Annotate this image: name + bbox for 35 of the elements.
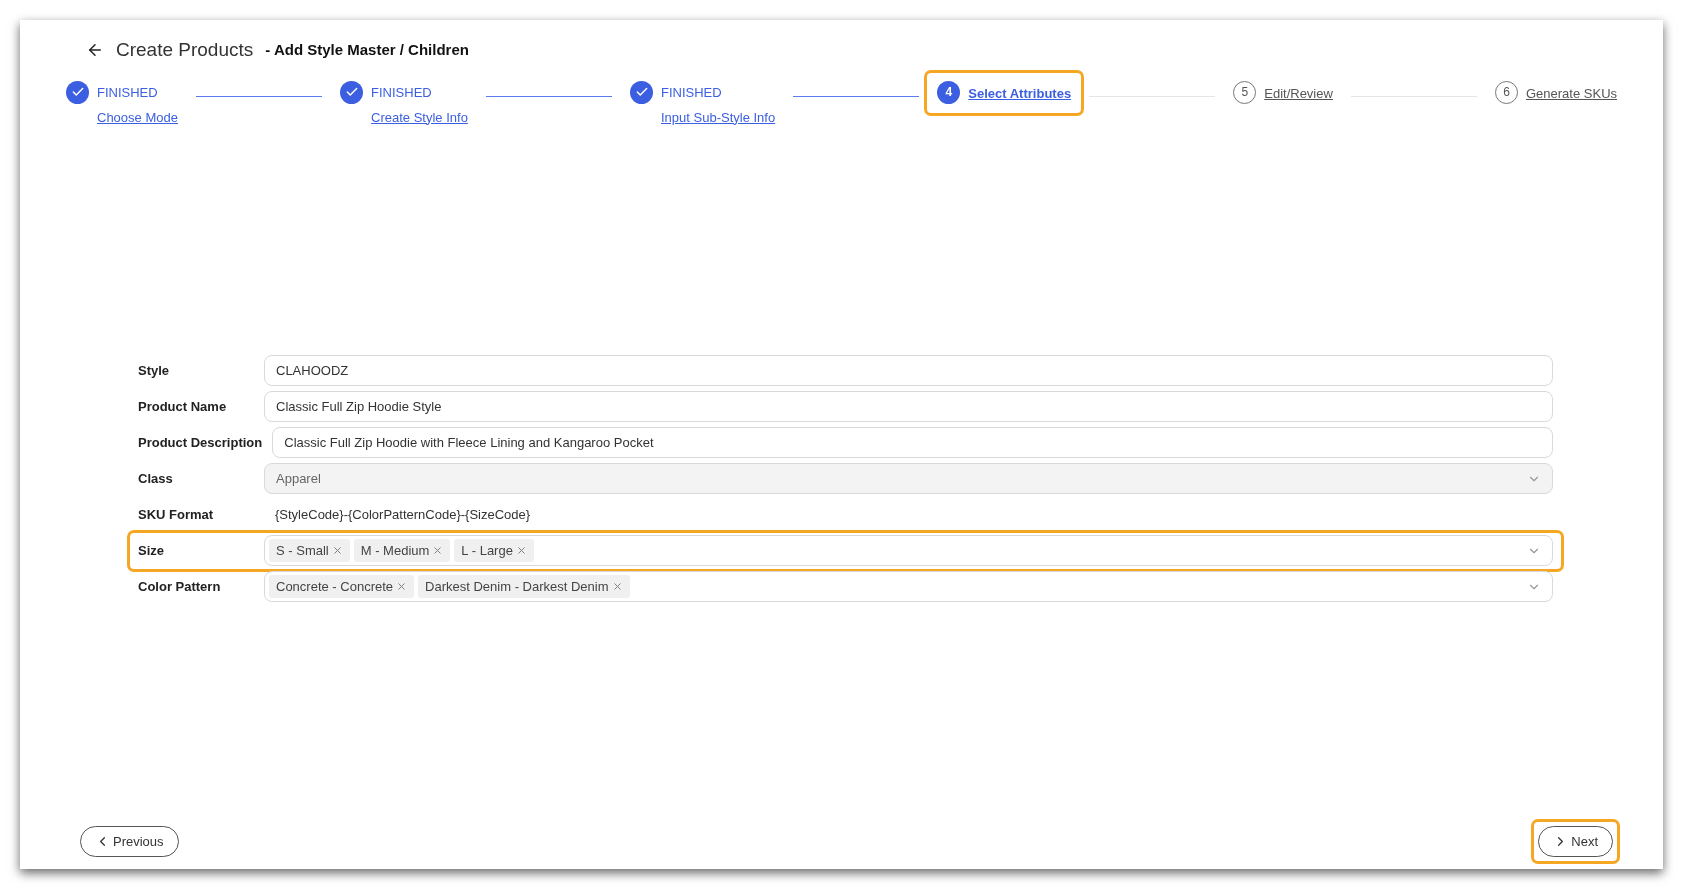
text-field[interactable]: CLAHOODZ <box>264 355 1553 386</box>
text-field[interactable]: Classic Full Zip Hoodie with Fleece Lining and Kangaroo Pocket <box>272 427 1553 458</box>
step-link[interactable]: Input Sub-Style Info <box>661 107 776 127</box>
remove-icon[interactable] <box>396 581 408 592</box>
step-link[interactable]: Choose Mode <box>97 107 178 127</box>
field-label: Product Name <box>138 397 228 416</box>
field-label: Size <box>138 541 165 560</box>
step-number: 4 <box>937 80 961 104</box>
remove-icon[interactable] <box>432 545 444 556</box>
tag[interactable]: Darkest Denim - Darkest Denim <box>418 575 630 598</box>
remove-icon[interactable] <box>331 545 343 556</box>
step-status: FINISHED <box>97 83 159 102</box>
page-title: Create Products <box>116 38 254 62</box>
step-status: FINISHED <box>371 83 433 102</box>
step-link[interactable]: Select Attributes <box>968 85 1072 101</box>
field-label: Style <box>138 361 171 380</box>
multi-select-field[interactable]: S - Small M - Medium L - Large <box>264 535 1553 566</box>
step-status: FINISHED <box>661 83 723 102</box>
tag[interactable]: S - Small <box>269 539 350 562</box>
page-subtitle: - Add Style Master / Children <box>265 40 469 60</box>
tag[interactable]: L - Large <box>454 539 534 562</box>
field-value: {StyleCode}-{ColorPatternCode}-{SizeCode} <box>274 505 532 524</box>
field-label: SKU Format <box>138 505 215 524</box>
remove-icon[interactable] <box>611 581 623 592</box>
tag[interactable]: Concrete - Concrete <box>269 575 415 598</box>
field-label: Class <box>138 469 174 488</box>
text-field[interactable]: Classic Full Zip Hoodie Style <box>264 391 1553 422</box>
remove-icon[interactable] <box>515 545 527 556</box>
step-link[interactable]: Generate SKUs <box>1526 85 1618 101</box>
step-link[interactable]: Create Style Info <box>371 107 468 127</box>
field-label: Product Description <box>138 433 264 452</box>
multi-select-field[interactable]: Concrete - Concrete Darkest Denim - Darkest Denim <box>264 571 1553 602</box>
field-label: Color Pattern <box>138 577 222 596</box>
tag[interactable]: M - Medium <box>353 539 451 562</box>
step-link[interactable]: Edit/Review <box>1264 85 1333 101</box>
